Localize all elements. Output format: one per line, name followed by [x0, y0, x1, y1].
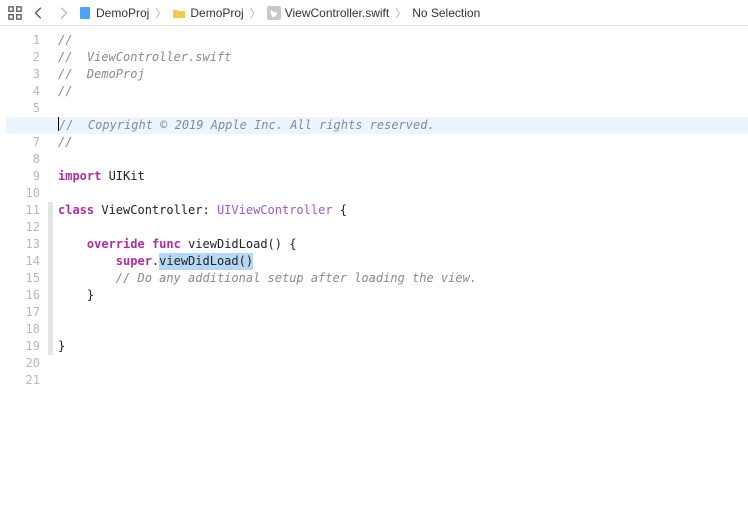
- code-text: // Copyright © 2019 Apple Inc. All right…: [59, 117, 435, 134]
- project-icon: [78, 6, 92, 20]
- code-text: }: [58, 338, 65, 355]
- line-number: 2: [0, 49, 40, 66]
- code-text: [58, 236, 87, 253]
- code-text: //: [58, 66, 87, 83]
- crumb-file[interactable]: ViewController.swift: [285, 6, 389, 20]
- line-number: 15: [0, 270, 40, 287]
- code-text: .: [152, 253, 159, 270]
- code-text: ViewController:: [94, 202, 217, 219]
- source-editor[interactable]: 123456789101112131415161718192021 // // …: [0, 26, 748, 508]
- nav-forward-icon: [54, 4, 72, 22]
- code-text: }: [58, 287, 94, 304]
- code-text: [58, 253, 116, 270]
- chevron-right-icon: 〉: [395, 5, 406, 21]
- line-number: 5: [0, 100, 40, 117]
- line-number: 14: [0, 253, 40, 270]
- line-number: 18: [0, 321, 40, 338]
- code-text: [145, 236, 152, 253]
- code-text: UIKit: [101, 168, 144, 185]
- code-text: func: [152, 236, 181, 253]
- jump-bar: DemoProj 〉 DemoProj 〉 ViewController.swi…: [0, 0, 748, 26]
- line-number: 21: [0, 372, 40, 389]
- breadcrumb[interactable]: DemoProj 〉 DemoProj 〉 ViewController.swi…: [78, 5, 480, 21]
- line-number: 10: [0, 185, 40, 202]
- code-text: UIViewController: [217, 202, 333, 219]
- code-text: {: [333, 202, 347, 219]
- line-number: 17: [0, 304, 40, 321]
- line-number: 3: [0, 66, 40, 83]
- line-number: 9: [0, 168, 40, 185]
- folder-icon: [172, 6, 186, 20]
- code-text: class: [58, 202, 94, 219]
- chevron-right-icon: 〉: [250, 5, 261, 21]
- line-number: 8: [0, 151, 40, 168]
- line-number: 11: [0, 202, 40, 219]
- swift-file-icon: [267, 6, 281, 20]
- crumb-project[interactable]: DemoProj: [96, 6, 149, 20]
- code-text: import: [58, 168, 101, 185]
- line-number: 7: [0, 134, 40, 151]
- code-text: //: [58, 49, 87, 66]
- related-items-icon[interactable]: [6, 4, 24, 22]
- nav-back-icon[interactable]: [30, 4, 48, 22]
- line-number: 13: [0, 236, 40, 253]
- line-number: 4: [0, 83, 40, 100]
- code-text: ViewController.swift: [87, 49, 232, 66]
- code-text: //: [58, 134, 72, 151]
- code-text: //: [58, 32, 72, 49]
- line-number-gutter: 123456789101112131415161718192021: [0, 26, 48, 508]
- line-number: 12: [0, 219, 40, 236]
- selected-text: viewDidLoad(): [159, 253, 253, 270]
- code-text: super: [116, 253, 152, 270]
- line-number: 1: [0, 32, 40, 49]
- code-text: //: [58, 83, 72, 100]
- crumb-folder[interactable]: DemoProj: [190, 6, 243, 20]
- code-text: // Do any additional setup after loading…: [116, 270, 477, 287]
- line-number: 16: [0, 287, 40, 304]
- code-text: [58, 270, 116, 287]
- line-number: 20: [0, 355, 40, 372]
- crumb-selection[interactable]: No Selection: [412, 6, 480, 20]
- code-text: viewDidLoad() {: [181, 236, 297, 253]
- line-number: 19: [0, 338, 40, 355]
- code-area[interactable]: // // ViewController.swift // DemoProj /…: [54, 26, 748, 508]
- code-text: DemoProj: [87, 66, 145, 83]
- chevron-right-icon: 〉: [155, 5, 166, 21]
- code-text: override: [87, 236, 145, 253]
